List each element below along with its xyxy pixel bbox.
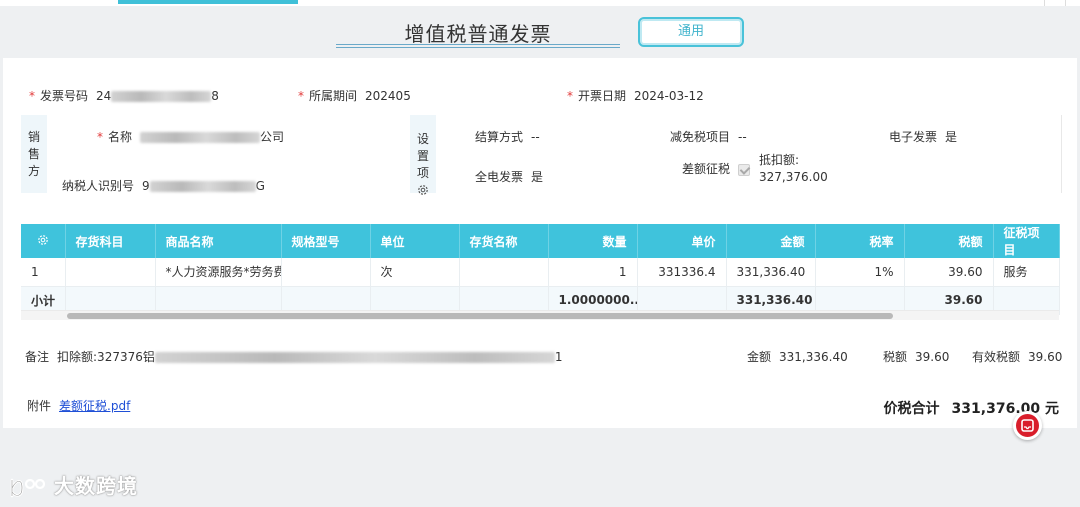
invoice-card: * 发票号码 24 8 * 所属期间 202405 * 开票日期 2024-03-12 销售方… — [3, 58, 1077, 428]
inbox-icon — [1021, 419, 1034, 432]
full-e-invoice-field: 全电发票是 — [475, 170, 544, 184]
remark-tax-field: 税额 39.60 — [883, 350, 950, 364]
table-cell: 次 — [370, 258, 460, 287]
table-header-row: 存货科目 商品名称 规格型号 单位 存货名称 数量 单价 金额 税率 税额 征税… — [21, 224, 1060, 258]
column-header[interactable]: 单位 — [370, 224, 460, 258]
seller-name-field: * 名称 公司 — [97, 130, 285, 144]
redacted-remark-text — [154, 352, 555, 363]
table-cell — [65, 258, 156, 287]
table-cell: *人力资源服务*劳务费 — [155, 258, 282, 287]
column-header[interactable]: 存货科目 — [65, 224, 156, 258]
column-header[interactable]: 规格型号 — [281, 224, 371, 258]
redacted-invoice-number — [111, 91, 212, 102]
table-cell: 1% — [815, 258, 905, 287]
table-cell: 331336.4 — [637, 258, 727, 287]
gear-icon[interactable] — [417, 184, 429, 196]
title-underline — [336, 44, 620, 48]
remark-amount-field: 金额 331,336.40 — [747, 350, 848, 364]
diff-tax-field: 差额征税 — [682, 160, 751, 177]
column-header[interactable]: 单价 — [637, 224, 727, 258]
column-header[interactable]: 征税项目 — [993, 224, 1060, 258]
grand-total-value: 331,376.00 元 — [951, 401, 1059, 417]
table-cell: 1 — [548, 258, 638, 287]
table-horizontal-scrollbar[interactable] — [21, 310, 1059, 320]
column-settings-header[interactable] — [21, 224, 66, 258]
deduct-amount-field: 抵扣额: 327,376.00 — [759, 153, 828, 184]
column-header[interactable]: 存货名称 — [459, 224, 549, 258]
remark-valid-tax-field: 有效税额 39.60 — [972, 350, 1063, 364]
settings-section-label: 设置项 — [410, 115, 436, 196]
column-header[interactable]: 数量 — [548, 224, 638, 258]
row-index: 1 — [21, 258, 66, 287]
table-cell — [281, 258, 371, 287]
gear-icon[interactable] — [37, 234, 49, 246]
tax-free-item-field: 减免税项目 -- — [670, 130, 747, 144]
floating-action-button[interactable] — [1013, 411, 1042, 440]
redacted-tax-id — [149, 181, 256, 192]
column-header[interactable]: 金额 — [726, 224, 816, 258]
required-mark: * — [29, 89, 35, 103]
seller-section-label: 销售方 — [21, 115, 47, 193]
column-header[interactable]: 商品名称 — [155, 224, 282, 258]
seller-tax-id-field: 纳税人识别号 9 G — [62, 179, 265, 193]
watermark-logo: 大数跨境 — [8, 470, 138, 500]
e-invoice-field: 电子发票是 — [889, 130, 958, 144]
active-tab-indicator[interactable] — [118, 0, 298, 4]
table-cell: 39.60 — [904, 258, 994, 287]
table-row[interactable]: 1 *人力资源服务*劳务费 次 1 331336.4 331,336.40 1%… — [21, 258, 1060, 287]
invoice-type-tag-button[interactable]: 通用 — [638, 17, 744, 47]
page-title: 增值税普通发票 — [404, 22, 552, 46]
column-header[interactable]: 税率 — [815, 224, 905, 258]
attachment-field: 附件 差额征税.pdf — [27, 399, 131, 413]
brand-logo-icon — [10, 478, 46, 497]
diff-tax-checkbox[interactable] — [738, 163, 751, 176]
section-divider — [1061, 115, 1062, 193]
period-field: * 所属期间 202405 — [298, 89, 411, 103]
items-table: 存货科目 商品名称 规格型号 单位 存货名称 数量 单价 金额 税率 税额 征税… — [21, 224, 1060, 315]
table-cell — [459, 258, 549, 287]
invoice-number-field: * 发票号码 24 8 — [29, 89, 219, 103]
scrollbar-thumb[interactable] — [67, 313, 893, 319]
table-cell: 服务 — [993, 258, 1060, 287]
issue-date-field: * 开票日期 2024-03-12 — [567, 89, 704, 103]
top-tab-bar — [0, 0, 1080, 6]
settle-method-field: 结算方式 -- — [475, 130, 540, 144]
remark-field: 备注 扣除额:327376铝 1 — [25, 350, 563, 364]
table-cell: 331,336.40 — [726, 258, 816, 287]
column-header[interactable]: 税额 — [904, 224, 994, 258]
attachment-link[interactable]: 差额征税.pdf — [59, 399, 130, 413]
window-control[interactable] — [1044, 0, 1066, 6]
redacted-seller-name — [140, 132, 261, 143]
